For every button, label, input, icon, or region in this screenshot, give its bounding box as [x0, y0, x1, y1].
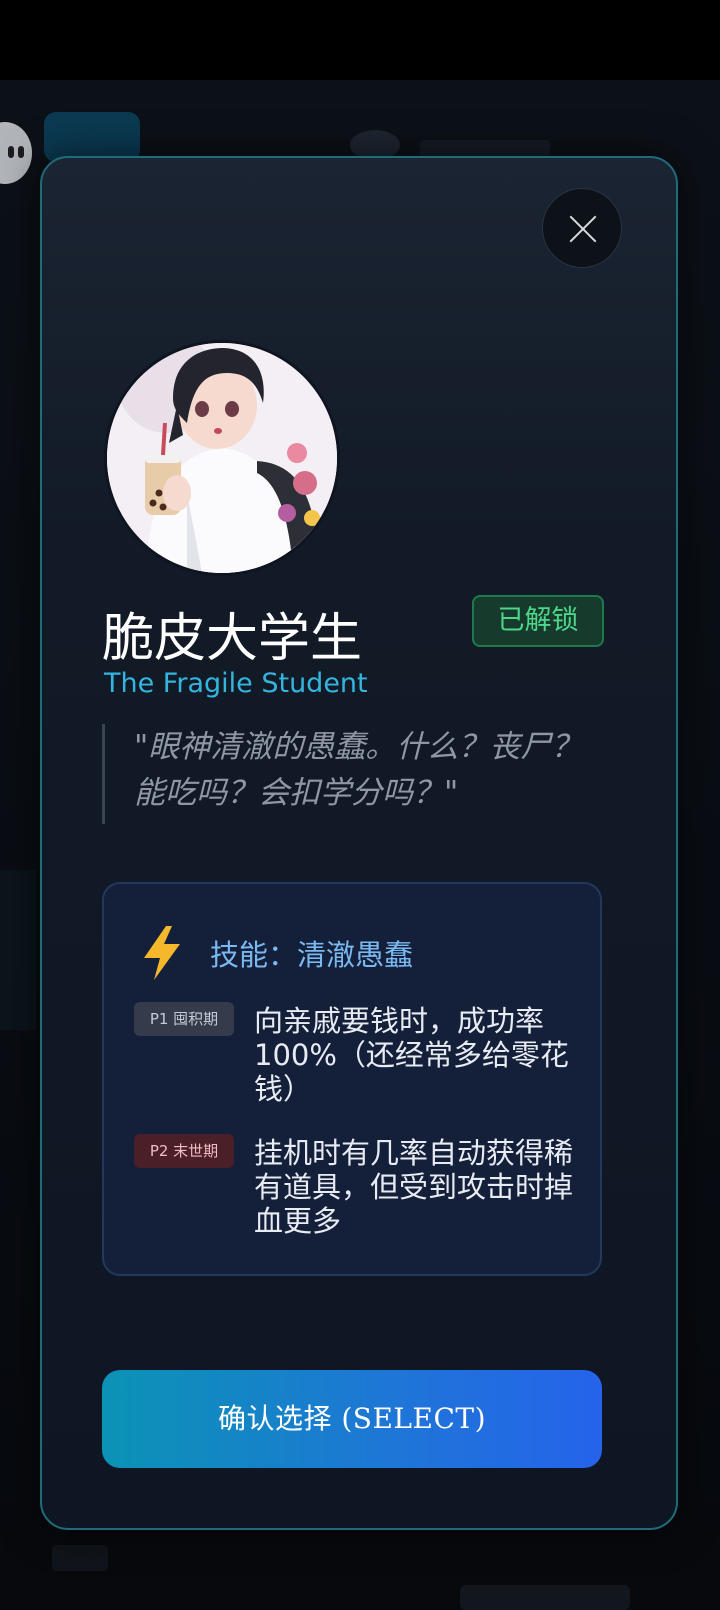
- confirm-select-button[interactable]: 确认选择 (SELECT): [102, 1370, 602, 1468]
- phase-description-p2: 挂机时有几率自动获得稀有道具，但受到攻击时掉血更多: [254, 1136, 574, 1238]
- character-avatar: [104, 340, 340, 576]
- phase-tag-p2: P2 末世期: [134, 1134, 234, 1168]
- close-button[interactable]: [542, 188, 622, 268]
- background-footer-button: [460, 1585, 630, 1610]
- phase-description-p1: 向亲戚要钱时，成功率100%（还经常多给零花钱）: [254, 1004, 569, 1106]
- background-side-panel: [0, 870, 36, 1030]
- background-tab: [44, 112, 140, 162]
- skill-title: 技能：清澈愚蠢: [210, 938, 414, 972]
- character-detail-modal: 脆皮大学生 已解锁 The Fragile Student "眼神清澈的愚蠢。什…: [40, 156, 678, 1530]
- status-bar: [0, 0, 720, 80]
- skill-card: 技能：清澈愚蠢 P1 囤积期 向亲戚要钱时，成功率100%（还经常多给零花钱） …: [102, 882, 602, 1276]
- character-portrait-image: [107, 343, 337, 573]
- background-footer-label: [52, 1545, 108, 1571]
- phase-tag-p1: P1 囤积期: [134, 1002, 234, 1036]
- character-quote: "眼神清澈的愚蠢。什么？丧尸？能吃吗？会扣学分吗？": [134, 729, 583, 811]
- quote-divider: [102, 724, 105, 824]
- character-name: 脆皮大学生: [102, 609, 363, 669]
- character-english-name: The Fragile Student: [104, 668, 368, 699]
- lightning-icon: [144, 926, 180, 980]
- unlocked-status-badge: 已解锁: [472, 595, 604, 647]
